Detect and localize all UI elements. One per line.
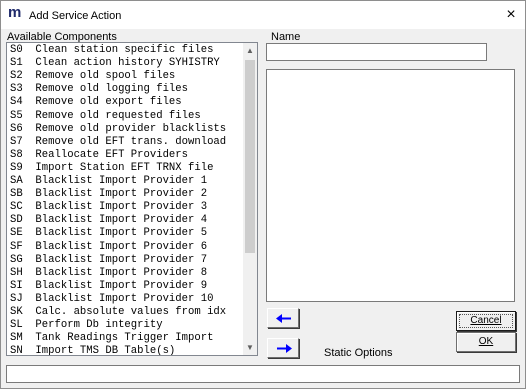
static-options-label: Static Options bbox=[324, 347, 393, 359]
app-icon: m bbox=[8, 4, 22, 21]
window-title: Add Service Action bbox=[29, 10, 122, 22]
name-label: Name bbox=[271, 31, 301, 43]
selected-actions-box[interactable] bbox=[266, 69, 515, 302]
component-list-item[interactable]: S3 Remove old logging files bbox=[10, 83, 242, 96]
scroll-down-icon[interactable]: ▼ bbox=[243, 341, 257, 355]
component-list-item[interactable]: SA Blacklist Import Provider 1 bbox=[10, 175, 242, 188]
component-list-item[interactable]: S2 Remove old spool files bbox=[10, 70, 242, 83]
component-list-item[interactable]: SG Blacklist Import Provider 7 bbox=[10, 254, 242, 267]
component-list-item[interactable]: S9 Import Station EFT TRNX file bbox=[10, 162, 242, 175]
scrollbar-thumb[interactable] bbox=[245, 60, 255, 253]
components-list[interactable]: S0 Clean station specific files S1 Clean … bbox=[6, 42, 258, 356]
component-list-item[interactable]: SF Blacklist Import Provider 6 bbox=[10, 241, 242, 254]
component-list-item[interactable]: SD Blacklist Import Provider 4 bbox=[10, 214, 242, 227]
component-list-item[interactable]: SM Tank Readings Trigger Import bbox=[10, 332, 242, 345]
name-input[interactable] bbox=[266, 43, 487, 61]
component-list-item[interactable]: SN Import TMS DB Table(s) bbox=[10, 345, 242, 355]
scroll-up-icon[interactable]: ▲ bbox=[243, 44, 257, 58]
arrow-right-icon bbox=[277, 344, 292, 353]
status-field[interactable] bbox=[6, 365, 520, 383]
move-right-button[interactable] bbox=[267, 338, 299, 358]
add-service-action-dialog: m Add Service Action × Available Compone… bbox=[0, 0, 526, 389]
component-list-item[interactable]: SI Blacklist Import Provider 9 bbox=[10, 280, 242, 293]
component-list-item[interactable]: SL Perform Db integrity bbox=[10, 319, 242, 332]
component-list-item[interactable]: SB Blacklist Import Provider 2 bbox=[10, 188, 242, 201]
component-list-item[interactable]: S0 Clean station specific files bbox=[10, 44, 242, 57]
close-icon[interactable]: × bbox=[499, 4, 523, 26]
ok-button[interactable]: OK bbox=[456, 332, 516, 352]
component-list-item[interactable]: SH Blacklist Import Provider 8 bbox=[10, 267, 242, 280]
component-list-item[interactable]: S4 Remove old export files bbox=[10, 96, 242, 109]
title-bar: m Add Service Action × bbox=[1, 1, 525, 29]
move-left-button[interactable] bbox=[267, 308, 299, 328]
component-list-item[interactable]: SC Blacklist Import Provider 3 bbox=[10, 201, 242, 214]
components-scrollbar[interactable]: ▲ ▼ bbox=[243, 43, 257, 355]
component-list-item[interactable]: S1 Clean action history SYHISTRY bbox=[10, 57, 242, 70]
cancel-button[interactable]: Cancel bbox=[456, 311, 516, 331]
component-list-item[interactable]: SJ Blacklist Import Provider 10 bbox=[10, 293, 242, 306]
component-list-item[interactable]: S6 Remove old provider blacklists bbox=[10, 123, 242, 136]
component-list-item[interactable]: S5 Remove old requested files bbox=[10, 110, 242, 123]
component-list-item[interactable]: S8 Reallocate EFT Providers bbox=[10, 149, 242, 162]
component-list-item[interactable]: SK Calc. absolute values from idx bbox=[10, 306, 242, 319]
component-list-item[interactable]: SE Blacklist Import Provider 5 bbox=[10, 227, 242, 240]
arrow-left-icon bbox=[276, 314, 291, 323]
component-list-item[interactable]: S7 Remove old EFT trans. download bbox=[10, 136, 242, 149]
